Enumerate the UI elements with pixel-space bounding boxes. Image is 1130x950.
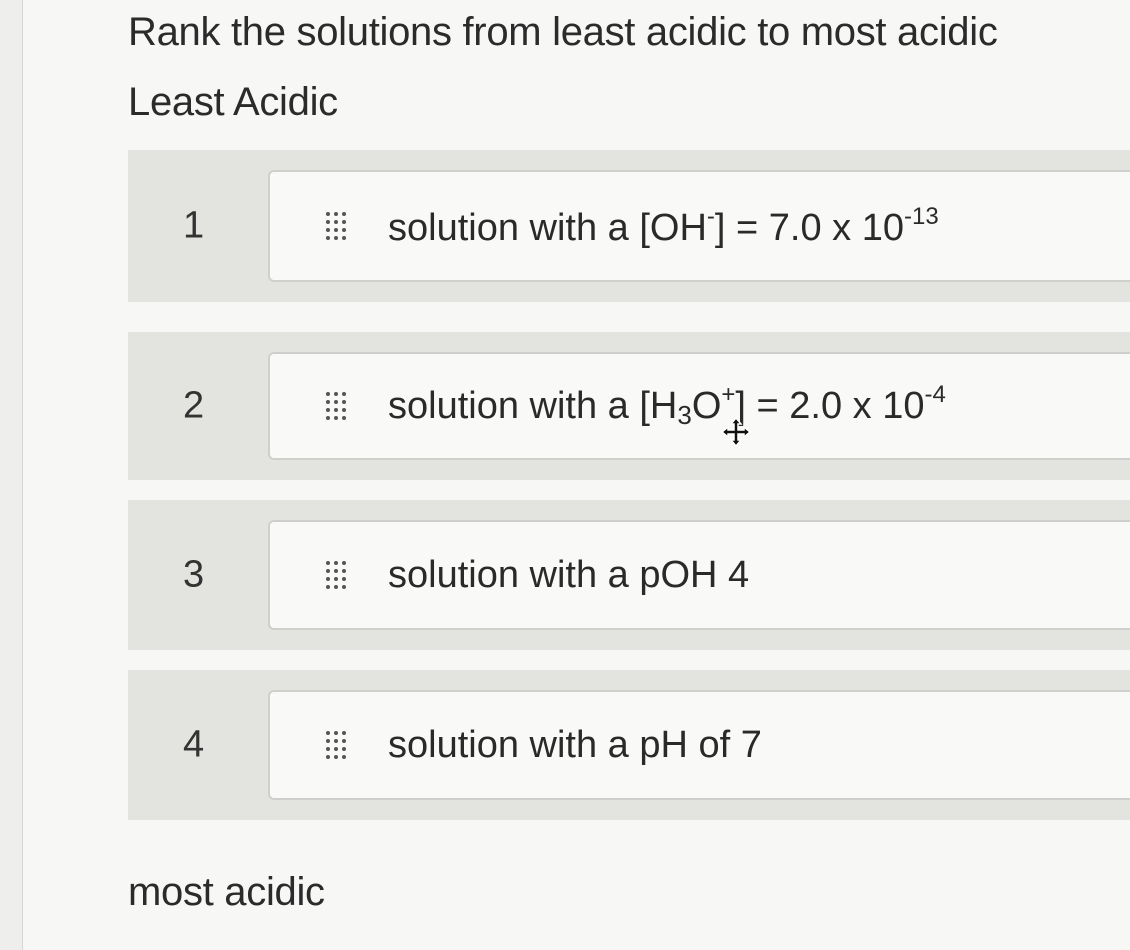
rank-number: 1 xyxy=(183,204,205,247)
rank-row-2: 2 solution with a [H3O+] = 2.0 x 10-4 xyxy=(128,332,1130,480)
item-text: solution with a [OH-] = 7.0 x 10-13 xyxy=(388,202,939,249)
draggable-item[interactable]: solution with a [OH-] = 7.0 x 10-13 xyxy=(268,170,1130,282)
item-text: solution with a pH of 7 xyxy=(388,723,762,766)
rank-row-1: 1 solution with a [OH-] = 7.0 x 10-13 xyxy=(128,150,1130,302)
draggable-item[interactable]: solution with a pOH 4 xyxy=(268,520,1130,630)
page: Rank the solutions from least acidic to … xyxy=(22,0,1130,950)
item-text: solution with a pOH 4 xyxy=(388,553,750,596)
rank-number: 2 xyxy=(183,384,205,427)
drag-handle-icon[interactable] xyxy=(326,208,348,244)
ranking-list: 1 solution with a [OH-] = 7.0 x 10-13 2 … xyxy=(128,150,1130,840)
draggable-item[interactable]: solution with a [H3O+] = 2.0 x 10-4 xyxy=(268,352,1130,460)
rank-row-3: 3 solution with a pOH 4 xyxy=(128,500,1130,650)
most-acidic-label: most acidic xyxy=(128,870,325,914)
least-acidic-label: Least Acidic xyxy=(128,80,338,124)
rank-number: 3 xyxy=(183,553,205,596)
rank-number: 4 xyxy=(183,723,205,766)
drag-handle-icon[interactable] xyxy=(326,727,348,763)
question-text: Rank the solutions from least acidic to … xyxy=(128,10,998,54)
item-text: solution with a [H3O+] = 2.0 x 10-4 xyxy=(388,381,946,430)
drag-handle-icon[interactable] xyxy=(326,557,348,593)
rank-row-4: 4 solution with a pH of 7 xyxy=(128,670,1130,820)
move-cursor-icon xyxy=(720,416,752,448)
drag-handle-icon[interactable] xyxy=(326,388,348,424)
draggable-item[interactable]: solution with a pH of 7 xyxy=(268,690,1130,800)
